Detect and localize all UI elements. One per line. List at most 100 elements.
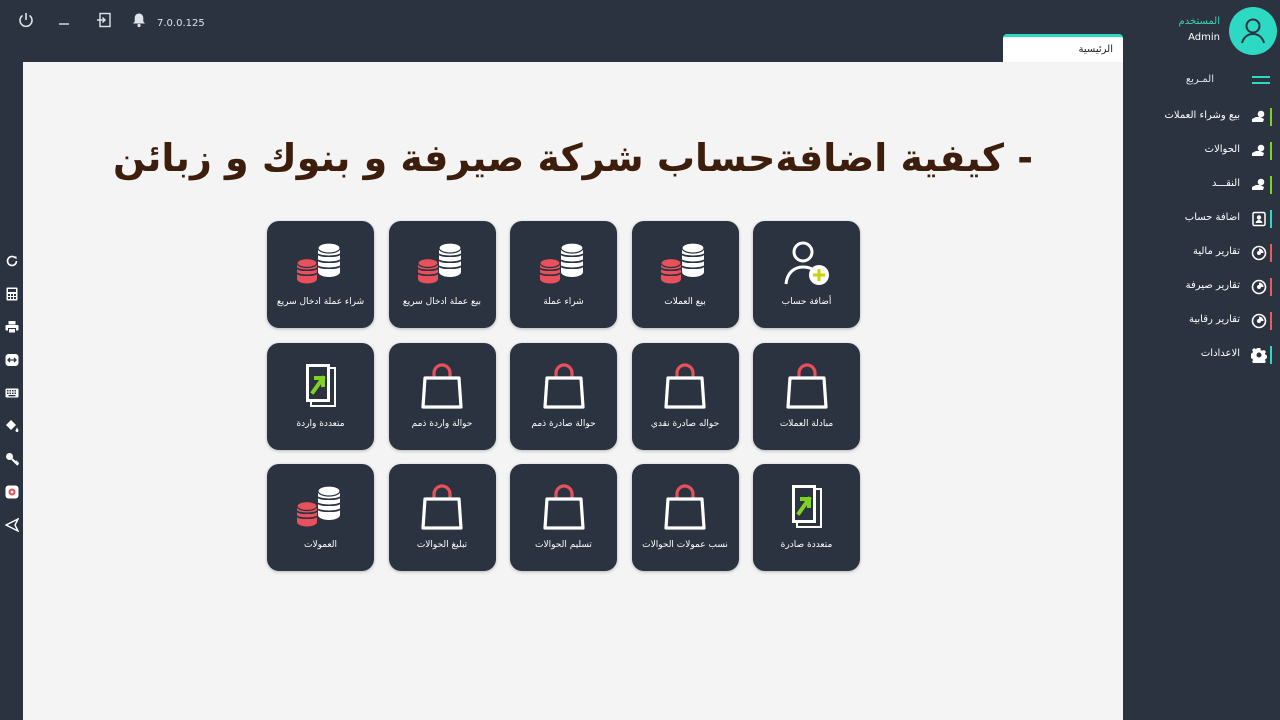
report-chart-icon bbox=[1250, 278, 1268, 296]
action-card-label: حواله صادرة نقدي bbox=[650, 418, 720, 429]
action-card-label: تبليغ الحوالات bbox=[416, 540, 468, 550]
sidebar-item-indicator bbox=[1270, 108, 1272, 126]
action-card-13[interactable]: تسليم الحوالات bbox=[510, 464, 617, 571]
coins-icon bbox=[657, 239, 713, 289]
key-icon[interactable] bbox=[3, 450, 20, 467]
coins-icon bbox=[293, 239, 349, 289]
shopping-bag-icon bbox=[536, 482, 592, 532]
tab-home-label: الرئيسية bbox=[1078, 44, 1113, 55]
keyboard-icon[interactable] bbox=[3, 384, 20, 401]
main-content: - كيفية اضافةحساب شركة صيرفة و بنوك و زب… bbox=[23, 62, 1123, 720]
action-card-1[interactable]: أضافة حساب bbox=[753, 221, 860, 328]
sidebar-item-4[interactable]: اضافة حساب bbox=[1123, 208, 1280, 230]
coins-icon bbox=[414, 239, 470, 289]
action-card-label: حوالة صادرة ذمم bbox=[531, 418, 596, 429]
shopping-bag-icon bbox=[414, 482, 470, 532]
user-role: المستخدم bbox=[1178, 16, 1220, 27]
action-card-label: أضافة حساب bbox=[781, 297, 832, 307]
action-card-label: تسليم الحوالات bbox=[535, 540, 592, 550]
coins-icon bbox=[536, 239, 592, 289]
transfer-document-icon bbox=[779, 482, 835, 532]
sidebar-item-7[interactable]: تقارير رقابية bbox=[1123, 310, 1280, 332]
sidebar-item-8[interactable]: الاعدادات bbox=[1123, 344, 1280, 366]
add-user-icon bbox=[779, 239, 835, 289]
sidebar-item-6[interactable]: تقارير صيرفة bbox=[1123, 276, 1280, 298]
sidebar-home-label[interactable]: المـربع bbox=[1186, 74, 1214, 85]
sidebar-item-indicator bbox=[1270, 210, 1272, 228]
sidebar-item-label: تقارير مالية bbox=[1192, 246, 1240, 257]
report-chart-icon bbox=[1250, 312, 1268, 330]
refresh-icon[interactable] bbox=[3, 252, 20, 269]
tab-home[interactable]: الرئيسية bbox=[1003, 34, 1123, 62]
avatar[interactable] bbox=[1229, 7, 1277, 55]
hand-coin-icon bbox=[1250, 142, 1268, 160]
power-icon[interactable] bbox=[16, 10, 36, 30]
sidebar-item-label: النقـــد bbox=[1212, 178, 1240, 189]
hand-coin-icon bbox=[1250, 108, 1268, 126]
shopping-bag-icon bbox=[414, 361, 470, 411]
action-card-label: شراء عملة ادخال سريع bbox=[276, 297, 365, 307]
action-card-label: العمولات bbox=[303, 540, 338, 550]
sidebar-item-indicator bbox=[1270, 312, 1272, 330]
action-card-5[interactable]: شراء عملة ادخال سريع bbox=[267, 221, 374, 328]
shopping-bag-icon bbox=[536, 361, 592, 411]
sidebar-item-label: تقارير صيرفة bbox=[1185, 280, 1240, 291]
remote-desktop-icon[interactable] bbox=[3, 351, 20, 368]
sidebar-item-label: اضافة حساب bbox=[1184, 212, 1240, 223]
hamburger-icon[interactable] bbox=[1252, 76, 1270, 90]
sidebar-item-indicator bbox=[1270, 346, 1272, 364]
action-card-2[interactable]: بيع العملات bbox=[631, 221, 739, 328]
shopping-bag-icon bbox=[657, 361, 713, 411]
action-card-3[interactable]: شراء عملة bbox=[510, 221, 617, 328]
top-bar: 7.0.0.125 الرئيسية المستخدم Admin bbox=[0, 0, 1280, 62]
sidebar-item-5[interactable]: تقارير مالية bbox=[1123, 242, 1280, 264]
shopping-bag-icon bbox=[657, 482, 713, 532]
action-card-11[interactable]: متعددة صادرة bbox=[753, 464, 860, 571]
action-card-label: متعددة صادرة bbox=[780, 540, 833, 550]
action-card-4[interactable]: بيع عملة ادخال سريع bbox=[388, 221, 496, 328]
action-card-12[interactable]: نسب عمولات الحوالات bbox=[631, 464, 739, 571]
hand-coin-icon bbox=[1250, 176, 1268, 194]
version-label: 7.0.0.125 bbox=[157, 18, 205, 29]
action-card-label: نسب عمولات الحوالات bbox=[642, 540, 728, 550]
bell-icon[interactable] bbox=[129, 10, 149, 30]
shopping-bag-icon bbox=[779, 361, 835, 411]
transfer-document-icon bbox=[293, 361, 349, 411]
user-icon bbox=[1241, 18, 1265, 44]
action-card-label: حوالة واردة ذمم bbox=[411, 418, 473, 429]
sidebar-item-indicator bbox=[1270, 176, 1272, 194]
minimize-icon[interactable] bbox=[54, 10, 74, 30]
sidebar-item-label: تقارير رقابية bbox=[1188, 314, 1240, 325]
action-card-label: بيع عملة ادخال سريع bbox=[402, 297, 482, 307]
logout-icon[interactable] bbox=[94, 10, 114, 30]
sidebar-item-label: الاعدادات bbox=[1200, 348, 1240, 359]
calculator-icon[interactable] bbox=[3, 285, 20, 302]
sidebar-item-1[interactable]: بيع وشراء العملات bbox=[1123, 106, 1280, 128]
report-chart-icon bbox=[1250, 244, 1268, 262]
action-card-14[interactable]: تبليغ الحوالات bbox=[388, 464, 496, 571]
page-title: - كيفية اضافةحساب شركة صيرفة و بنوك و زب… bbox=[112, 136, 1034, 180]
user-info: المستخدم Admin bbox=[1179, 16, 1220, 43]
sidebar-item-3[interactable]: النقـــد bbox=[1123, 174, 1280, 196]
action-card-10[interactable]: متعددة واردة bbox=[267, 342, 374, 450]
paint-bucket-icon[interactable] bbox=[3, 417, 20, 434]
printer-icon[interactable] bbox=[3, 318, 20, 335]
action-card-8[interactable]: حوالة صادرة ذمم bbox=[510, 342, 617, 450]
sidebar-item-2[interactable]: الحوالات bbox=[1123, 140, 1280, 162]
coins-icon bbox=[293, 482, 349, 532]
action-card-15[interactable]: العمولات bbox=[267, 464, 374, 571]
send-icon[interactable] bbox=[3, 516, 20, 533]
gear-icon bbox=[1250, 346, 1268, 364]
sidebar-item-indicator bbox=[1270, 142, 1272, 160]
action-card-label: شراء عملة bbox=[543, 297, 584, 307]
action-card-9[interactable]: حوالة واردة ذمم bbox=[388, 342, 496, 450]
sidebar-item-label: بيع وشراء العملات bbox=[1164, 110, 1241, 121]
app-logo-icon[interactable] bbox=[3, 483, 20, 500]
action-card-6[interactable]: مبادلة العملات bbox=[753, 342, 860, 450]
sidebar-item-indicator bbox=[1270, 278, 1272, 296]
action-card-7[interactable]: حواله صادرة نقدي bbox=[631, 342, 739, 450]
contact-card-icon bbox=[1250, 210, 1268, 228]
user-name: Admin bbox=[1188, 32, 1220, 43]
action-card-label: متعددة واردة bbox=[296, 418, 345, 429]
sidebar-item-label: الحوالات bbox=[1204, 144, 1240, 155]
